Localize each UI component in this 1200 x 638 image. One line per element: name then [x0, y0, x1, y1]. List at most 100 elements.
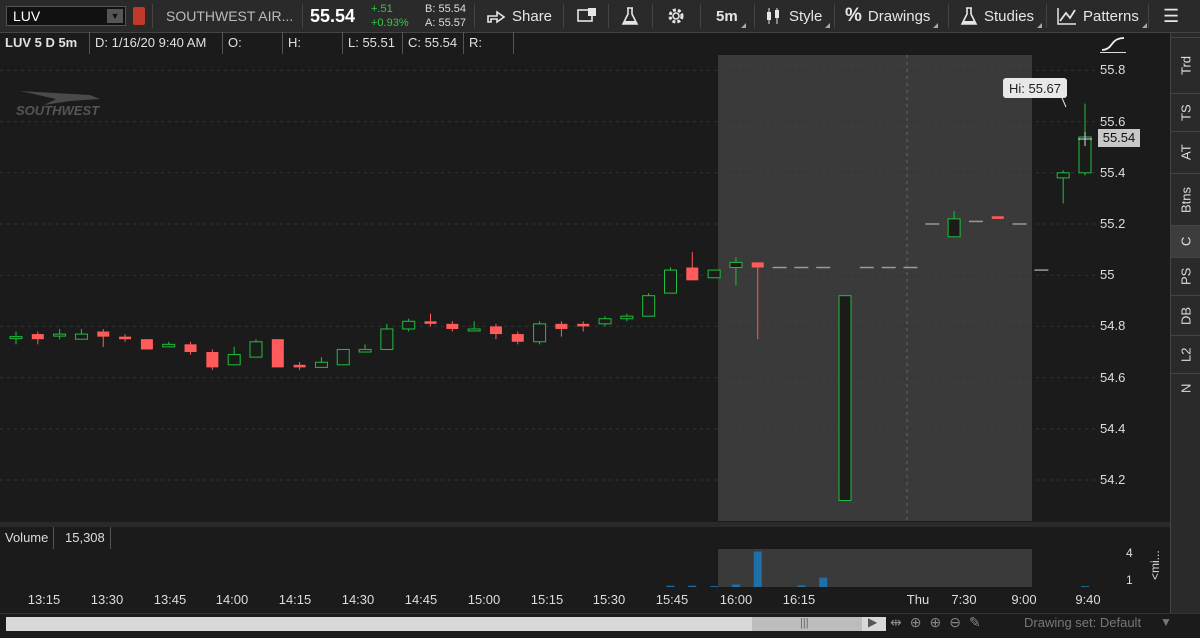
flag-icon [577, 8, 596, 22]
candle-body-down [686, 267, 699, 281]
price-tick-label: 55 [1100, 267, 1115, 283]
time-tick-label: 14:45 [404, 592, 438, 607]
volume-chart[interactable] [0, 527, 1095, 587]
candle-body-up [598, 318, 612, 325]
volume-axis-bottom: 1 [1126, 573, 1133, 587]
divider [563, 4, 564, 28]
corner-triangle-icon [933, 23, 939, 28]
corner-triangle-icon [825, 23, 831, 28]
candle-body-down [577, 323, 590, 327]
interval-button[interactable]: 5m [716, 0, 746, 32]
ask-price: A: 55.57 [425, 17, 466, 29]
menu-button[interactable]: ☰ [1163, 0, 1179, 32]
symbol-input[interactable]: LUV ▼ [6, 6, 126, 26]
candle-body-up [838, 295, 852, 502]
candle-body-down [184, 344, 197, 353]
extended-hours-region [718, 55, 1032, 521]
crosshair-icon[interactable]: ⊕ [910, 614, 922, 631]
link-group-button[interactable] [133, 7, 145, 25]
time-tick-label: 13:30 [90, 592, 124, 607]
candle-body-up [74, 333, 88, 340]
studies-button[interactable]: Studies [960, 0, 1043, 32]
candle-body-up [533, 323, 547, 343]
time-tick-label: 7:30 [951, 592, 977, 607]
candle-body-up [402, 320, 416, 330]
drawing-set-label[interactable]: Drawing set: Default [1024, 615, 1141, 630]
zoom-in-icon[interactable]: ⊕ [929, 614, 941, 631]
candle-body-up [227, 354, 241, 366]
right-tab-at[interactable]: AT [1171, 131, 1200, 173]
symbol-value: LUV [13, 8, 41, 24]
corner-triangle-icon [1141, 23, 1147, 28]
candle-body-down [511, 334, 524, 342]
candle-body-down [31, 334, 44, 340]
volume-bar [731, 584, 740, 587]
right-tab-ts[interactable]: TS [1171, 93, 1200, 131]
zoom-out-icon[interactable]: ⊖ [949, 614, 961, 631]
flag-button[interactable] [576, 0, 598, 32]
price-change: +.51 [371, 3, 393, 15]
price-tick-label: 54.2 [1100, 472, 1126, 488]
pan-icon[interactable]: ⇹ [890, 614, 902, 631]
time-tick-label: 13:45 [153, 592, 187, 607]
drawing-set-dropdown-icon[interactable]: ▼ [1160, 615, 1172, 629]
candle-body-up [9, 336, 23, 340]
candle-body-down [293, 364, 306, 368]
chart-type-button[interactable] [1100, 36, 1126, 53]
thinkback-button[interactable] [621, 0, 639, 32]
bar-open: O: 55.54 [223, 32, 283, 72]
time-tick-label: 9:00 [1011, 592, 1037, 607]
time-tick-label: 15:15 [530, 592, 564, 607]
right-tab-db[interactable]: DB [1171, 295, 1200, 335]
candle-body-up [336, 348, 350, 366]
settings-button[interactable] [666, 0, 686, 32]
company-name: SOUTHWEST AIR... [166, 8, 294, 24]
chevron-down-icon[interactable]: ▼ [107, 9, 123, 23]
right-tab-n[interactable]: N [1171, 373, 1200, 403]
corner-triangle-icon [1037, 23, 1043, 28]
right-tab-l2[interactable]: L2 [1171, 335, 1200, 373]
right-sidebar: Trd TS AT Btns C PS DB L2 N [1170, 33, 1200, 613]
divider [834, 4, 835, 28]
scroll-right-icon[interactable]: ▶ [868, 615, 877, 629]
candle-body-down [446, 323, 459, 329]
right-tab-btns[interactable]: Btns [1171, 173, 1200, 225]
bar-high: H: 55.59 [283, 32, 343, 72]
volume-extended-region [718, 549, 1032, 587]
percent-icon: % [845, 5, 862, 26]
flask-icon [621, 7, 639, 25]
grip-icon: ||| [800, 617, 809, 629]
interval-label: 5m [716, 7, 738, 25]
time-tick-label: Thu [906, 592, 930, 607]
candle-body-up [53, 333, 67, 337]
volume-bar [753, 551, 762, 587]
time-tick-label: 14:00 [215, 592, 249, 607]
style-button[interactable]: Style [765, 0, 831, 32]
price-tick-label: 55.4 [1100, 164, 1126, 180]
time-axis: 13:15 13:30 13:45 14:00 14:15 14:30 14:45 15:00… [0, 589, 1101, 611]
bid-price: B: 55.54 [425, 3, 466, 15]
time-tick-label: 15:30 [592, 592, 626, 607]
divider [700, 4, 701, 28]
right-tab-trd[interactable]: Trd [1171, 37, 1200, 93]
drawings-button[interactable]: % Drawings [845, 0, 939, 32]
share-button[interactable]: Share [486, 0, 552, 32]
patterns-label: Patterns [1083, 7, 1139, 25]
right-tab-ps[interactable]: PS [1171, 257, 1200, 295]
candle-body-up [467, 328, 481, 332]
right-tab-c[interactable]: C [1171, 225, 1200, 257]
candle-body-up [729, 261, 743, 269]
time-tick-label: 13:15 [27, 592, 61, 607]
volume-bar [819, 577, 828, 587]
pencil-icon[interactable]: ✎ [969, 614, 981, 631]
price-tick-label: 54.8 [1100, 318, 1126, 334]
candle-body-down [555, 323, 568, 329]
patterns-button[interactable]: Patterns [1057, 0, 1147, 32]
volume-bar [1081, 586, 1089, 587]
time-tick-label: 14:15 [278, 592, 312, 607]
bar-range: R: 0.08 [464, 32, 514, 72]
candle-body-up [663, 269, 677, 294]
time-tick-label: 16:15 [782, 592, 816, 607]
divider [1046, 4, 1047, 28]
price-chart[interactable]: Hi: 55.67 SOUTHWEST [0, 55, 1095, 521]
